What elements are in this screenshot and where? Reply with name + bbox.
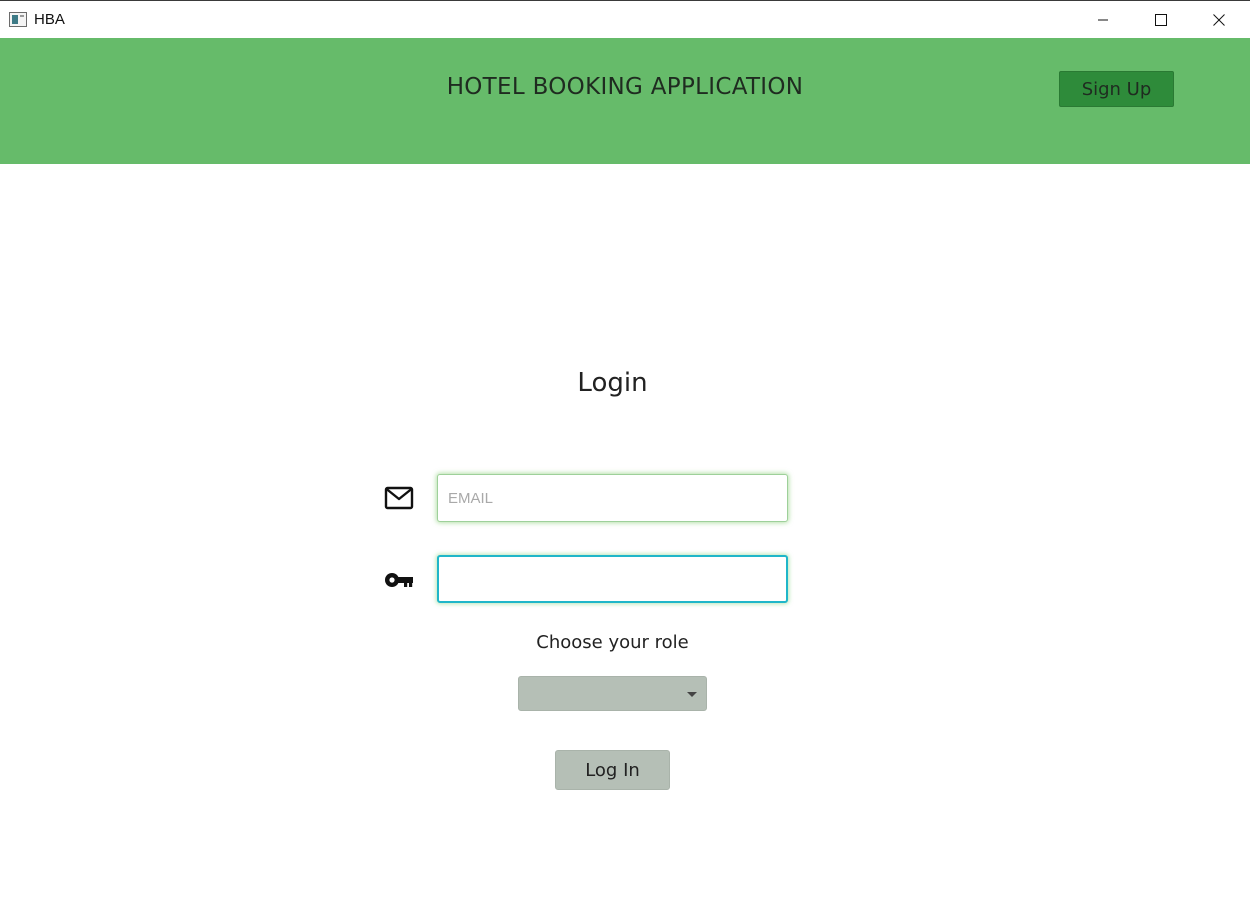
email-field[interactable] [437, 474, 788, 522]
mail-icon [384, 486, 414, 510]
minimize-icon [1098, 19, 1108, 20]
log-in-button[interactable]: Log In [555, 750, 670, 790]
window-titlebar: HBA [0, 0, 1250, 38]
window-title: HBA [34, 11, 65, 28]
role-select[interactable] [518, 676, 707, 711]
app-icon [9, 12, 27, 27]
app-header: HOTEL BOOKING APPLICATION Sign Up [0, 38, 1250, 164]
chevron-down-icon [687, 692, 697, 697]
key-icon [385, 573, 413, 587]
login-title: Login [577, 368, 648, 398]
maximize-button[interactable] [1132, 1, 1190, 38]
role-label: Choose your role [536, 632, 689, 653]
password-field[interactable] [437, 555, 788, 603]
close-button[interactable] [1190, 1, 1248, 38]
close-icon [1213, 13, 1225, 26]
sign-up-button[interactable]: Sign Up [1059, 71, 1174, 107]
maximize-icon [1155, 13, 1167, 26]
minimize-button[interactable] [1074, 1, 1132, 38]
